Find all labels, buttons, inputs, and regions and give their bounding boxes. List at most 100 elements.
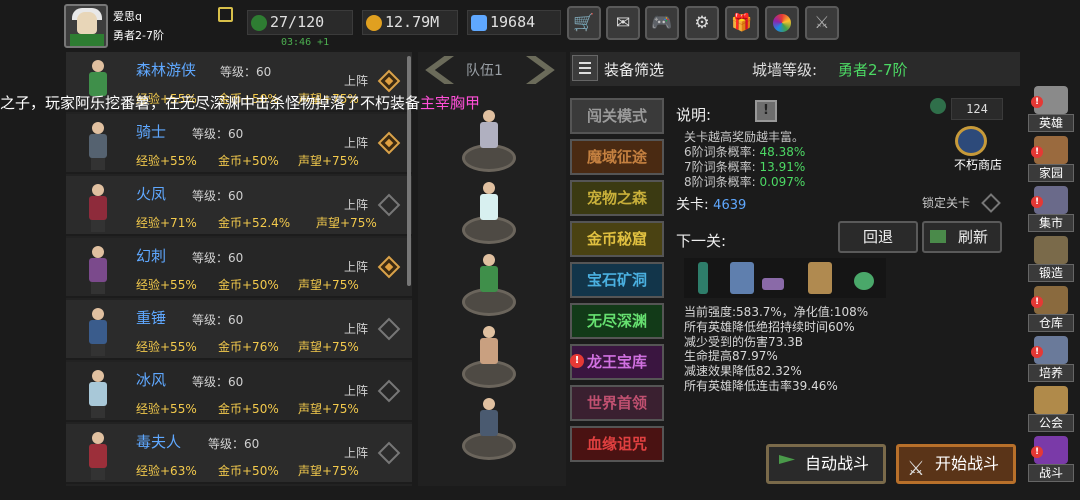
enemy-sprite	[808, 262, 832, 294]
hero-row[interactable]: 火凤 等级：60 上阵 经验+71% 金币+52.4% 声望+75%	[66, 176, 412, 236]
auto-battle-button[interactable]: 自动战斗	[766, 444, 886, 484]
stamina-value: 27/120	[270, 13, 325, 31]
hero-gold-bonus: 金币+50%	[218, 278, 279, 292]
enemy-sprite	[730, 262, 754, 294]
stage-label: 关卡:	[676, 197, 709, 213]
team-member-sprite[interactable]	[474, 398, 504, 448]
mode-button[interactable]: 龙王宝库	[570, 344, 664, 380]
wing-icon: ⚔	[814, 13, 830, 33]
player-rank: 勇者2-7阶	[113, 29, 164, 42]
hero-level: 等级：60	[192, 313, 244, 327]
sidebar-item-label: 培养	[1028, 364, 1074, 382]
menu-icon[interactable]	[572, 55, 598, 81]
stage-value: 4639	[713, 198, 747, 213]
refresh-button[interactable]: 刷新	[922, 221, 1002, 253]
hero-deploy-toggle[interactable]	[377, 193, 401, 217]
hero-row[interactable]: 毒夫人 等级：60 上阵 经验+63% 金币+50% 声望+75%	[66, 424, 412, 484]
hero-portrait	[80, 368, 116, 418]
hero-fame-bonus: 声望+75%	[298, 340, 359, 354]
mail-button[interactable]: ✉	[606, 6, 640, 40]
hero-portrait	[80, 120, 116, 170]
hero-row[interactable]: 幻刺 等级：60 上阵 经验+55% 金币+50% 声望+75%	[66, 238, 412, 298]
sidebar-item[interactable]: ! 英雄	[1028, 86, 1074, 136]
alert-badge-icon: !	[1031, 146, 1043, 158]
rate6-value: 48.38%	[759, 145, 806, 159]
stamina-timer: 03:46 +1	[281, 37, 330, 48]
sidebar-item[interactable]: ! 仓库	[1028, 286, 1074, 336]
team-member-sprite[interactable]	[474, 326, 504, 376]
announcement-highlight: 主宰胸甲	[420, 94, 481, 112]
hero-deploy-toggle[interactable]	[377, 317, 401, 341]
alert-badge-icon: !	[1031, 346, 1043, 358]
back-button[interactable]: 回退	[838, 221, 918, 253]
alert-badge-icon: !	[1031, 446, 1043, 458]
player-name: 爱思q	[113, 10, 142, 23]
mode-button[interactable]: 血缘诅咒	[570, 426, 664, 462]
lucky-wheel-button[interactable]	[765, 6, 799, 40]
hero-fame-bonus: 声望+75%	[298, 402, 359, 416]
announcement-marquee: 之子，玩家阿乐挖番薯，在无尽深渊中击杀怪物掉落了不朽装备主宰胸甲	[0, 92, 520, 114]
mode-button[interactable]: 世界首领	[570, 385, 664, 421]
info-icon[interactable]: !	[755, 100, 777, 122]
shop-cart-button[interactable]: 🛒	[567, 6, 601, 40]
hero-level: 等级：60	[192, 189, 244, 203]
hero-level: 等级：60	[192, 375, 244, 389]
hero-row[interactable]: 骑士 等级：60 上阵 经验+55% 金币+50% 声望+75%	[66, 114, 412, 174]
description-label: 说明:	[676, 106, 712, 124]
hero-row[interactable]: 冰风 等级：60 上阵 经验+55% 金币+50% 声望+75%	[66, 362, 412, 422]
hero-list-scrollbar[interactable]	[407, 56, 411, 286]
stamina-icon	[251, 15, 267, 31]
hero-deploy-toggle[interactable]	[377, 255, 401, 279]
hero-deploy-label: 上阵	[344, 198, 369, 212]
start-battle-button[interactable]: ⚔ 开始战斗	[896, 444, 1016, 484]
next-stage-label: 下一关:	[676, 232, 727, 250]
wall-level-value: 勇者2-7阶	[838, 61, 908, 79]
rate7-value: 13.91%	[759, 160, 806, 174]
team-member-sprite[interactable]	[474, 254, 504, 304]
sidebar-item[interactable]: ! 战斗	[1028, 436, 1074, 486]
hero-deploy-toggle[interactable]	[377, 441, 401, 465]
mode-button[interactable]: 无尽深渊	[570, 303, 664, 339]
gold-coin-icon	[366, 15, 382, 31]
mode-button[interactable]: 魔域征途	[570, 139, 664, 175]
sidebar-item[interactable]: 锻造	[1028, 236, 1074, 286]
mode-button[interactable]: 宠物之森	[570, 180, 664, 216]
alert-badge-icon: !	[570, 354, 584, 368]
alert-badge-icon: !	[1031, 196, 1043, 208]
immortal-shop-icon[interactable]	[955, 126, 987, 156]
gems-value: 19684	[490, 13, 536, 31]
sidebar-item-icon	[1034, 386, 1068, 414]
team-member-sprite[interactable]	[474, 182, 504, 232]
immortal-shop-label[interactable]: 不朽商店	[954, 156, 1002, 173]
hero-gold-bonus: 金币+76%	[218, 340, 279, 354]
hero-deploy-toggle[interactable]	[377, 379, 401, 403]
sidebar-item[interactable]: ! 集市	[1028, 186, 1074, 236]
mode-button[interactable]: 金币秘窟	[570, 221, 664, 257]
sidebar-item[interactable]: ! 培养	[1028, 336, 1074, 386]
hero-exp-bonus: 经验+71%	[136, 216, 197, 230]
team-prev-arrow-icon[interactable]	[425, 56, 454, 84]
gamepad-button[interactable]: 🎮	[645, 6, 679, 40]
equipment-filter-label[interactable]: 装备筛选	[604, 59, 664, 80]
hero-deploy-toggle[interactable]	[377, 131, 401, 155]
lock-stage-toggle[interactable]	[981, 193, 1001, 213]
team-next-arrow-icon[interactable]	[526, 56, 555, 84]
wing-button[interactable]: ⚔	[805, 6, 839, 40]
hero-exp-bonus: 经验+55%	[136, 340, 197, 354]
gems-display: 19684	[467, 10, 561, 35]
hero-row[interactable]: 重锤 等级：60 上阵 经验+55% 金币+76% 声望+75%	[66, 300, 412, 360]
mode-button[interactable]: 闯关模式	[570, 98, 664, 134]
mode-button[interactable]: 宝石矿洞	[570, 262, 664, 298]
stage-modifier-line: 减少受到的伤害73.3B	[684, 334, 803, 349]
hero-deploy-label: 上阵	[344, 136, 369, 150]
hero-name: 森林游侠	[136, 61, 197, 79]
settings-button[interactable]: ⚙	[685, 6, 719, 40]
sidebar-item[interactable]: 公会	[1028, 386, 1074, 436]
team-member-sprite[interactable]	[474, 110, 504, 160]
gift-button[interactable]: 🎁	[725, 6, 759, 40]
player-avatar[interactable]	[64, 4, 108, 48]
gold-display: 12.79M	[362, 10, 458, 35]
hero-deploy-toggle[interactable]	[377, 69, 401, 93]
sidebar-item[interactable]: ! 家园	[1028, 136, 1074, 186]
edit-icon[interactable]	[218, 7, 233, 22]
